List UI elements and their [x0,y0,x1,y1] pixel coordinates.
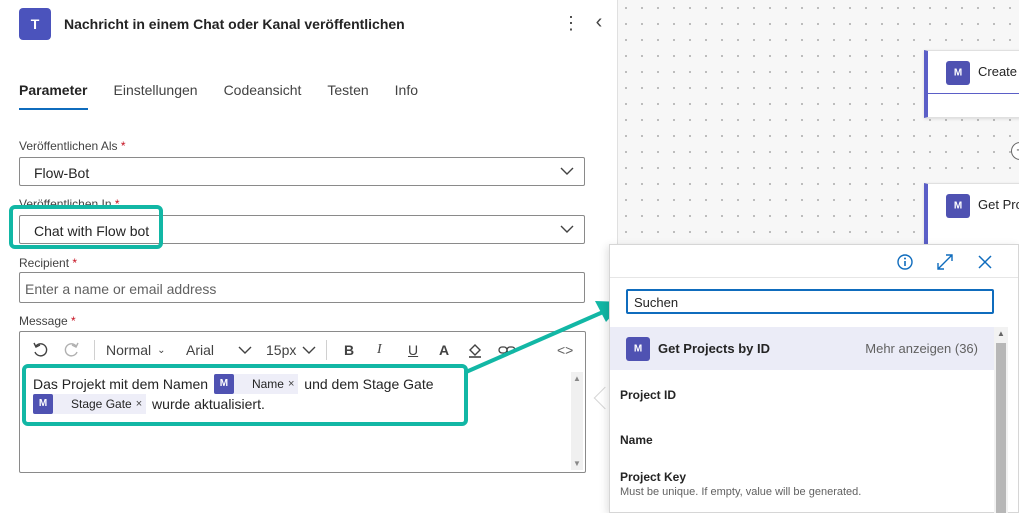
panel-title: Nachricht in einem Chat oder Kanal veröf… [64,16,405,32]
teams-app-icon: T [19,8,51,40]
post-as-dropdown[interactable]: Flow-Bot [19,157,585,186]
chevron-left-icon[interactable]: ‹ [592,12,606,34]
remove-token-icon[interactable]: × [136,394,146,414]
dynamic-token-name[interactable]: M Name × [213,374,299,394]
scrollbar-thumb[interactable] [996,343,1006,513]
recipient-input[interactable]: Enter a name or email address [19,272,585,303]
message-label: Message * [19,314,76,328]
card-divider [928,93,1019,94]
more-vertical-icon[interactable]: ⋮ [562,14,580,34]
message-content[interactable]: Das Projekt mit dem Namen M Name × und dem… [33,374,563,414]
post-in-dropdown[interactable]: Chat with Flow bot [19,215,585,244]
post-in-value: Chat with Flow bot [34,223,150,239]
show-more-link[interactable]: Mehr anzeigen (36) [865,341,978,356]
tab-einstellungen[interactable]: Einstellungen [114,82,198,110]
style-dropdown[interactable]: Normal ⌄ [106,342,166,358]
chevron-down-icon [560,225,574,233]
redo-icon[interactable] [64,342,80,358]
editor-scrollbar[interactable]: ▲ ▼ [571,372,583,470]
chevron-down-icon [238,346,252,354]
flow-card-title: Create [978,64,1018,79]
scroll-up-icon[interactable]: ▲ [573,374,581,383]
chevron-down-icon: ⌄ [157,344,166,356]
paint-bucket-icon[interactable] [467,342,483,358]
tab-bar: Parameter Einstellungen Codeansicht Test… [19,82,418,112]
toolbar-divider [94,340,95,360]
tab-codeansicht[interactable]: Codeansicht [224,82,302,110]
list-item-project-id[interactable]: Project ID [620,388,676,402]
chevron-down-icon [560,167,574,175]
flow-card-create[interactable]: M Create [924,50,1019,118]
dynamic-token-stage-gate[interactable]: M Stage Gate × [33,394,147,414]
connector-icon: M [33,394,53,414]
popover-scrollbar[interactable]: ▲ [994,327,1008,513]
expand-icon[interactable] [936,253,954,271]
group-get-projects[interactable]: M Get Projects by ID Mehr anzeigen (36) [610,327,994,370]
close-icon[interactable] [976,253,994,271]
editor-toolbar: Normal ⌄ Arial 15px B I U A <> [20,332,585,368]
connector-icon: M [626,337,650,361]
popover-header [610,245,1018,278]
bold-button[interactable]: B [344,342,354,358]
flow-card-title: Get Proj [978,197,1019,212]
message-editor[interactable]: Normal ⌄ Arial 15px B I U A <> Das Proje… [19,331,586,473]
link-icon[interactable] [498,344,516,356]
scroll-up-icon[interactable]: ▲ [997,329,1005,338]
remove-token-icon[interactable]: × [288,374,298,394]
list-item-name[interactable]: Name [620,433,653,447]
recipient-label: Recipient * [19,256,78,270]
tab-testen[interactable]: Testen [327,82,368,110]
scroll-down-icon[interactable]: ▼ [573,459,581,468]
info-icon[interactable] [896,253,914,271]
tab-parameter[interactable]: Parameter [19,82,88,110]
undo-icon[interactable] [32,342,48,358]
tab-info[interactable]: Info [395,82,418,110]
chevron-down-icon [302,346,316,354]
group-title: Get Projects by ID [658,341,770,356]
toolbar-divider [326,340,327,360]
list-item-description: Must be unique. If empty, value will be … [620,486,862,498]
connector-icon: M [946,61,970,85]
post-as-value: Flow-Bot [34,165,90,181]
action-config-panel: T Nachricht in einem Chat oder Kanal ver… [0,0,618,513]
post-in-label: Veröffentlichen In * [19,197,120,211]
post-as-label: Veröffentlichen Als * [19,139,126,153]
dynamic-content-popover: M Get Projects by ID Mehr anzeigen (36) … [609,244,1019,513]
list-item-project-key[interactable]: Project Key [620,470,686,484]
flow-card-get-projects[interactable]: M Get Proj [924,183,1019,245]
popover-search[interactable] [626,289,994,314]
size-dropdown[interactable]: 15px [266,342,316,358]
connector-icon: M [213,374,234,394]
font-dropdown[interactable]: Arial [186,342,252,358]
font-color-button[interactable]: A [439,342,449,358]
connector-icon: M [946,194,970,218]
recipient-placeholder: Enter a name or email address [25,281,217,297]
search-input[interactable] [634,294,984,310]
italic-button[interactable]: I [377,342,382,358]
code-view-icon[interactable]: <> [557,342,573,358]
underline-button[interactable]: U [408,342,418,358]
